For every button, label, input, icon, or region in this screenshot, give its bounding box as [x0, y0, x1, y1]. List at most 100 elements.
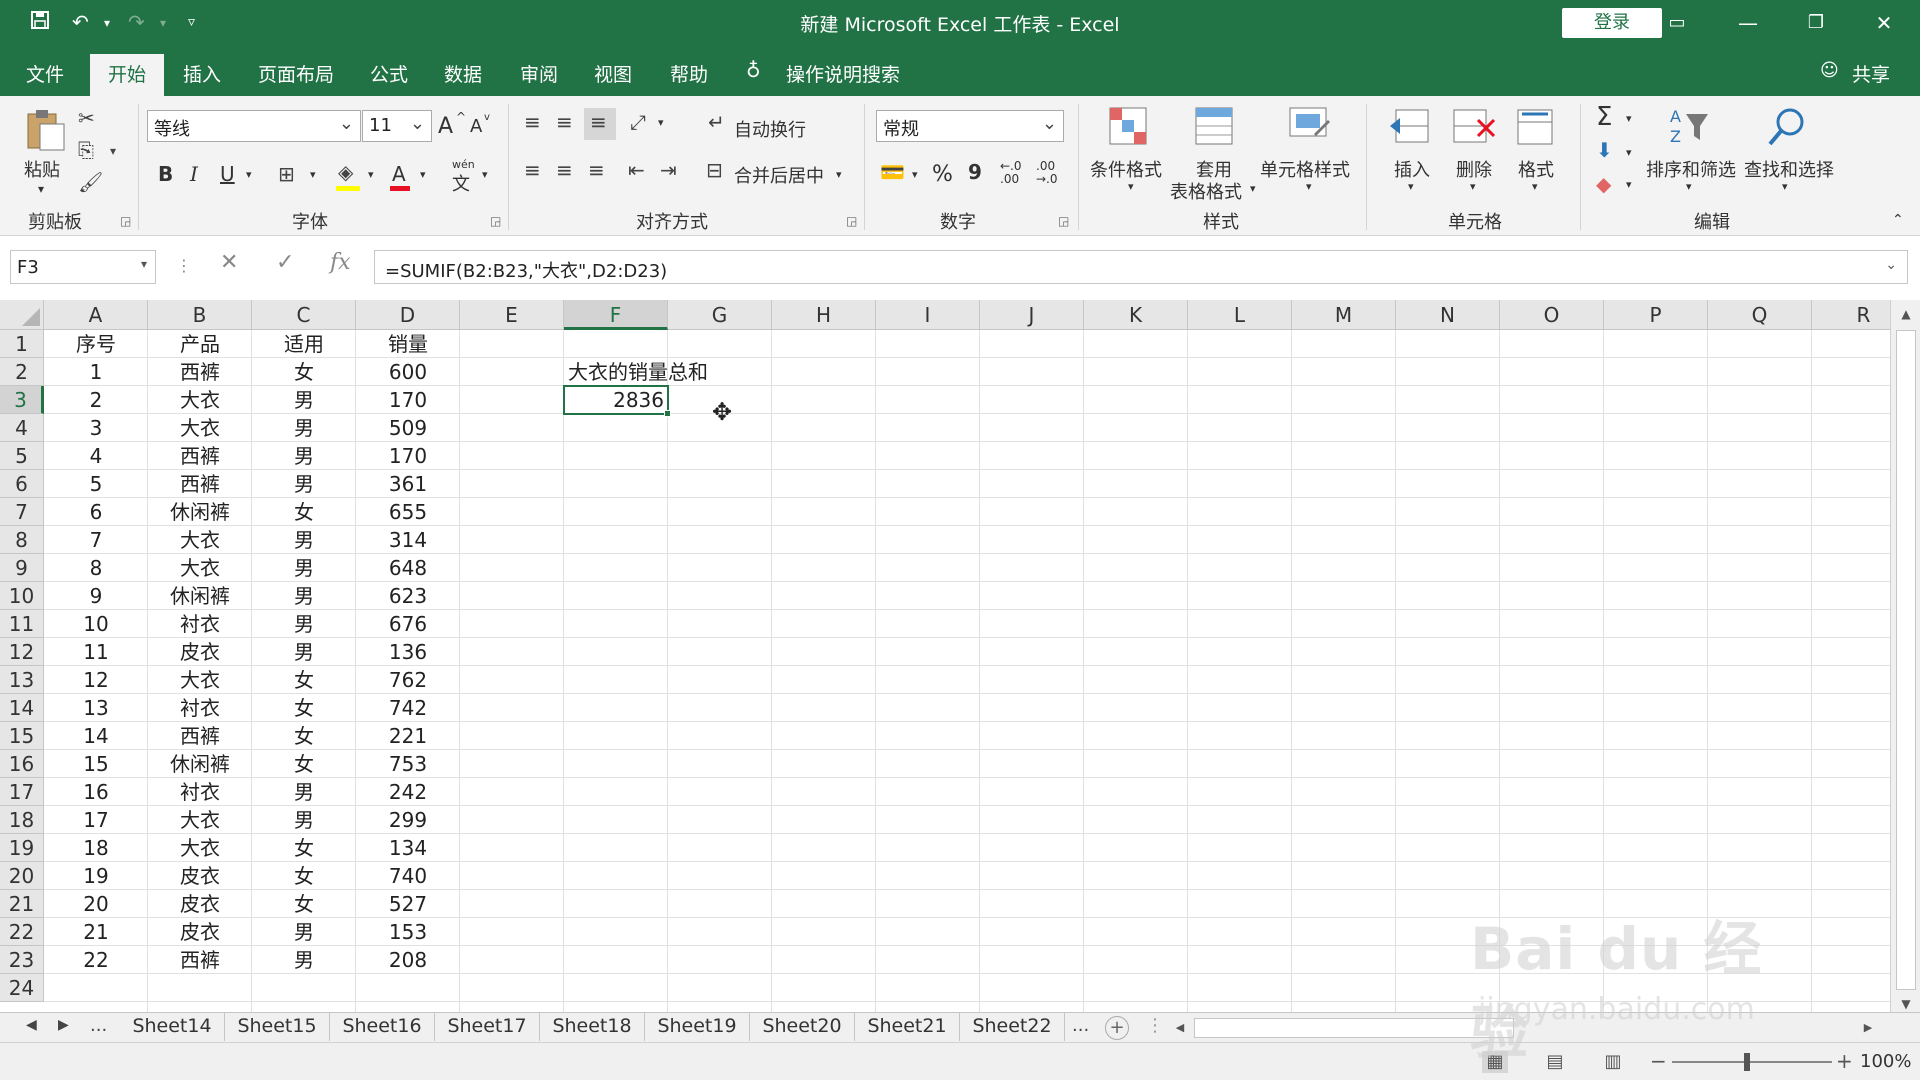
column-header-i[interactable]: I — [876, 300, 980, 330]
formula-input[interactable]: =SUMIF(B2:B23,"大衣",D2:D23) ⌄ — [374, 250, 1908, 284]
table-cell[interactable]: 大衣 — [148, 386, 252, 414]
table-cell[interactable]: 134 — [356, 834, 460, 862]
table-cell[interactable]: 6 — [44, 498, 148, 526]
column-header-k[interactable]: K — [1084, 300, 1188, 330]
column-header-h[interactable]: H — [772, 300, 876, 330]
column-header-a[interactable]: A — [44, 300, 148, 330]
table-cell[interactable]: 655 — [356, 498, 460, 526]
table-cell[interactable]: 西裤 — [148, 722, 252, 750]
table-cell[interactable]: 皮衣 — [148, 890, 252, 918]
cell-styles-button[interactable]: 单元格样式 — [1260, 156, 1350, 182]
tell-me-search[interactable]: 操作说明搜索 — [786, 60, 900, 87]
table-cell[interactable]: 休闲裤 — [148, 498, 252, 526]
horizontal-scroll-thumb[interactable] — [1194, 1018, 1514, 1038]
table-cell[interactable]: 5 — [44, 470, 148, 498]
delete-cells-icon[interactable] — [1450, 104, 1496, 150]
scroll-down-icon[interactable]: ▼ — [1896, 994, 1916, 1014]
shrink-font-button[interactable]: A — [470, 116, 482, 137]
zoom-in-button[interactable]: + — [1836, 1049, 1853, 1073]
table-cell[interactable]: 676 — [356, 610, 460, 638]
tab-formulas[interactable]: 公式 — [370, 60, 408, 87]
share-button[interactable]: 共享 — [1852, 60, 1890, 87]
row-header-3[interactable]: 3 — [0, 386, 44, 414]
table-cell[interactable]: 509 — [356, 414, 460, 442]
table-cell[interactable]: 11 — [44, 638, 148, 666]
name-box[interactable]: F3 ▾ — [10, 250, 156, 284]
table-cell[interactable]: 19 — [44, 862, 148, 890]
format-cells-button[interactable]: 格式 — [1518, 156, 1554, 182]
table-header-cell[interactable]: 序号 — [44, 330, 148, 358]
column-header-d[interactable]: D — [356, 300, 460, 330]
table-cell[interactable]: 361 — [356, 470, 460, 498]
cell-styles-icon[interactable] — [1286, 104, 1332, 150]
conditional-formatting-button[interactable]: 条件格式 — [1090, 156, 1162, 182]
column-header-l[interactable]: L — [1188, 300, 1292, 330]
scroll-right-icon[interactable]: ▶ — [1858, 1019, 1878, 1037]
sheet-tab-sheet21[interactable]: Sheet21 — [855, 1013, 960, 1041]
sort-filter-dropdown-icon[interactable]: ▾ — [1686, 180, 1692, 193]
sheet-tab-sheet19[interactable]: Sheet19 — [645, 1013, 750, 1041]
insert-function-icon[interactable]: fx — [330, 250, 351, 275]
clear-dropdown-icon[interactable]: ▾ — [1626, 178, 1632, 191]
table-cell[interactable]: 男 — [252, 582, 356, 610]
conditional-formatting-icon[interactable] — [1106, 104, 1152, 150]
font-color-dropdown-icon[interactable]: ▾ — [420, 168, 426, 181]
fill-handle[interactable] — [664, 410, 671, 417]
merge-center-icon[interactable]: ⊟ — [706, 158, 723, 182]
row-header-6[interactable]: 6 — [0, 470, 44, 498]
more-sheets-left-button[interactable]: ... — [90, 1015, 107, 1036]
column-header-j[interactable]: J — [980, 300, 1084, 330]
delete-cells-dropdown-icon[interactable]: ▾ — [1470, 180, 1476, 193]
table-cell[interactable]: 西裤 — [148, 946, 252, 974]
sheet-tab-sheet22[interactable]: Sheet22 — [960, 1013, 1065, 1041]
table-cell[interactable]: 西裤 — [148, 470, 252, 498]
bold-button[interactable]: B — [158, 162, 173, 186]
column-header-b[interactable]: B — [148, 300, 252, 330]
tab-insert[interactable]: 插入 — [183, 60, 221, 87]
find-select-button[interactable]: 查找和选择 — [1744, 156, 1834, 182]
table-cell[interactable]: 休闲裤 — [148, 582, 252, 610]
restore-icon[interactable]: ❐ — [1796, 6, 1836, 40]
table-cell[interactable]: 9 — [44, 582, 148, 610]
table-cell[interactable]: 623 — [356, 582, 460, 610]
alignment-launcher-icon[interactable]: ◲ — [846, 214, 857, 228]
table-cell[interactable]: 17 — [44, 806, 148, 834]
tab-help[interactable]: 帮助 — [670, 60, 708, 87]
table-cell[interactable]: 170 — [356, 442, 460, 470]
table-cell[interactable]: 男 — [252, 638, 356, 666]
ribbon-display-options-icon[interactable]: ▭ — [1657, 6, 1697, 40]
tab-file[interactable]: 文件 — [26, 60, 64, 87]
align-center-icon[interactable]: ≡ — [556, 158, 573, 182]
phonetic-dropdown-icon[interactable]: ▾ — [482, 168, 488, 181]
column-header-g[interactable]: G — [668, 300, 772, 330]
zoom-level[interactable]: 100% — [1860, 1051, 1911, 1072]
table-cell[interactable]: 600 — [356, 358, 460, 386]
select-all-button[interactable] — [0, 300, 44, 330]
accounting-dropdown-icon[interactable]: ▾ — [912, 168, 918, 181]
table-cell[interactable]: 皮衣 — [148, 862, 252, 890]
row-header-5[interactable]: 5 — [0, 442, 44, 470]
copy-dropdown-icon[interactable]: ▾ — [110, 144, 116, 158]
font-name-select[interactable]: 等线 ⌄ — [147, 110, 361, 142]
format-painter-icon[interactable]: 🖌 — [78, 170, 103, 194]
table-cell[interactable]: 皮衣 — [148, 918, 252, 946]
column-header-m[interactable]: M — [1292, 300, 1396, 330]
sheet-tab-sheet17[interactable]: Sheet17 — [435, 1013, 540, 1041]
autosum-dropdown-icon[interactable]: ▾ — [1626, 112, 1632, 125]
table-cell[interactable]: 女 — [252, 862, 356, 890]
table-cell[interactable]: 男 — [252, 778, 356, 806]
scroll-up-icon[interactable]: ▲ — [1896, 304, 1916, 324]
collapse-ribbon-icon[interactable]: ⌃ — [1892, 212, 1904, 228]
table-cell[interactable]: 男 — [252, 526, 356, 554]
table-cell[interactable]: 314 — [356, 526, 460, 554]
italic-button[interactable]: I — [190, 162, 198, 186]
table-cell[interactable]: 14 — [44, 722, 148, 750]
table-cell[interactable]: 女 — [252, 722, 356, 750]
table-header-cell[interactable]: 销量 — [356, 330, 460, 358]
vertical-scrollbar[interactable]: ▲ ▼ — [1890, 300, 1920, 1018]
orientation-dropdown-icon[interactable]: ▾ — [658, 116, 664, 129]
column-header-p[interactable]: P — [1604, 300, 1708, 330]
paste-dropdown-icon[interactable]: ▾ — [38, 182, 44, 196]
align-middle-icon[interactable]: ≡ — [556, 110, 573, 134]
minimize-icon[interactable]: — — [1728, 6, 1768, 40]
